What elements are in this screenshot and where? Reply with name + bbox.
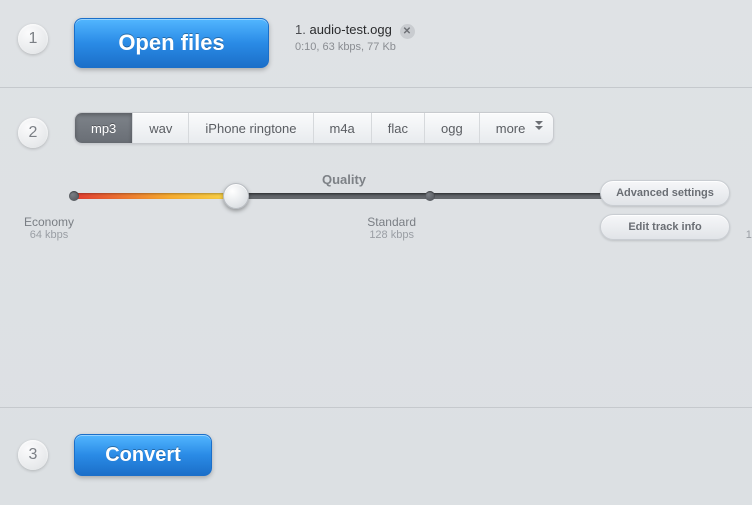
file-meta: 0:10, 63 kbps, 77 Kb [295, 41, 415, 53]
quality-tick-good [425, 191, 435, 201]
step-badge-2: 2 [18, 118, 48, 148]
quality-slider-track[interactable] [74, 193, 614, 199]
quality-tick-economy [69, 191, 79, 201]
file-name: audio-test.ogg [309, 22, 391, 37]
quality-slider-group: Quality Economy64 kbps Standard128 kbps … [74, 172, 614, 241]
advanced-settings-button[interactable]: Advanced settings [600, 180, 730, 206]
step-3-section: 3 Convert [0, 408, 752, 505]
tab-m4a[interactable]: m4a [314, 113, 372, 143]
quality-stop-good-bitrate: 192 kbps [746, 229, 752, 241]
tab-flac[interactable]: flac [372, 113, 425, 143]
quality-stop-standard-name: Standard [367, 215, 416, 229]
step-1-section: 1 Open files 1. audio-test.ogg ✕ 0:10, 6… [0, 0, 752, 88]
tab-wav[interactable]: wav [133, 113, 189, 143]
open-files-button[interactable]: Open files [74, 18, 269, 68]
quality-slider-fill [74, 193, 234, 199]
file-list-item: 1. audio-test.ogg ✕ 0:10, 63 kbps, 77 Kb [295, 22, 415, 53]
format-tabs: mp3 wav iPhone ringtone m4a flac ogg mor… [74, 112, 554, 144]
convert-button[interactable]: Convert [74, 434, 212, 476]
quality-label: Quality [74, 172, 614, 187]
quality-slider-thumb[interactable] [223, 183, 249, 209]
step-badge-1: 1 [18, 24, 48, 54]
tab-iphone-ringtone[interactable]: iPhone ringtone [189, 113, 313, 143]
quality-stop-standard-bitrate: 128 kbps [367, 229, 416, 241]
quality-stop-economy-name: Economy [24, 215, 74, 229]
quality-stop-economy-bitrate: 64 kbps [24, 229, 74, 241]
tab-more[interactable]: more [480, 113, 554, 143]
quality-tick-labels: Economy64 kbps Standard128 kbps Good192 … [74, 215, 614, 241]
tab-ogg[interactable]: ogg [425, 113, 480, 143]
edit-track-info-button[interactable]: Edit track info [600, 214, 730, 240]
remove-file-button[interactable]: ✕ [400, 24, 415, 39]
file-index: 1. [295, 22, 306, 37]
tab-mp3[interactable]: mp3 [75, 113, 133, 143]
side-buttons: Advanced settings Edit track info [600, 180, 730, 240]
step-2-section: 2 mp3 wav iPhone ringtone m4a flac ogg m… [0, 88, 752, 408]
step-badge-3: 3 [18, 440, 48, 470]
close-icon: ✕ [403, 26, 411, 37]
